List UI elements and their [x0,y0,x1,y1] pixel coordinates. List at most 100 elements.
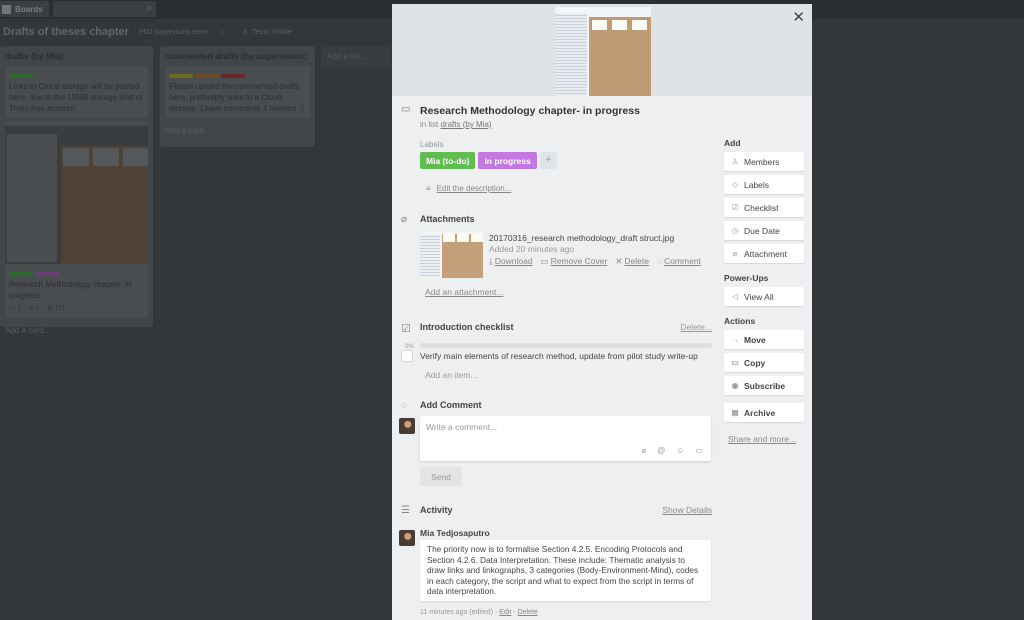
card-title[interactable]: Research Methodology chapter- in progres… [420,105,640,117]
checklist-button[interactable]: ☑ Checklist [724,198,804,217]
card-label [9,272,33,276]
card-text: Please upload the commented drafts here,… [169,82,304,113]
add-comment-heading: Add Comment [420,400,482,410]
search-icon: ⌕ [146,3,152,14]
edit-description-link[interactable]: ≡ Edit the description... [426,184,511,193]
card-label [35,272,59,276]
powerup-icon: ◁ [732,292,738,301]
card-label [195,74,219,78]
labels-icon: ◇ [732,180,738,189]
remove-cover-icon: ▭ [540,256,549,266]
checklist-heading[interactable]: Introduction checklist [420,322,514,332]
cover-image[interactable] [555,7,651,96]
in-list-prefix: in list [420,120,439,129]
card-link-icon[interactable]: ▭ [695,446,703,455]
label-mia-todo[interactable]: Mia (to-do) [420,152,476,169]
due-date-button[interactable]: ◷ Due Date [724,221,804,240]
download-icon: ⤓ [489,256,493,266]
add-list-button[interactable]: Add a list... [321,46,391,68]
comment-attachment-link[interactable]: ◌ Comment [657,256,701,267]
visibility-button[interactable]: ♙ Team Visible [241,28,292,37]
comment-badge: ▭ 1 [9,305,22,312]
list-card[interactable]: Please upload the commented drafts here,… [165,66,310,118]
delete-comment-link[interactable]: Delete [518,609,538,616]
label-in-progress[interactable]: in progress [478,152,537,169]
move-button[interactable]: → Move [724,330,804,349]
arrow-right-icon: → [731,335,739,344]
add-label-button[interactable]: + [539,152,557,169]
powerups-heading: Power-Ups [724,273,769,283]
comment-tools: ⌀ @ ☺ ▭ [641,446,703,455]
card-labels [9,268,144,279]
remove-cover-link[interactable]: ▭ Remove Cover [541,256,608,267]
checklist-badge: ☑ 0/1 [47,305,66,312]
view-all-powerups-button[interactable]: ◁ View All [724,287,804,306]
add-checklist-item[interactable]: Add an item... [425,370,477,380]
comment-box: ⌀ @ ☺ ▭ [420,416,711,461]
attach-icon[interactable]: ⌀ [641,446,646,455]
send-button[interactable]: Send [420,467,462,486]
members-button[interactable]: ♙ Members [724,152,804,171]
attachment-actions: ⤓ Download ▭ Remove Cover ✕ Delete ◌ Comment [489,256,701,267]
visibility-label: Team Visible [252,28,292,36]
list-menu-icon[interactable]: … [302,50,310,59]
share-and-more-link[interactable]: Share and more... [724,434,806,444]
list-card[interactable]: Links to Cloud storage will be pasted he… [5,66,148,118]
eye-icon: ◉ [731,381,739,390]
delete-attachment-link[interactable]: ✕ Delete [615,256,649,267]
attachment-added: Added 20 minutes ago [489,244,575,254]
list-link[interactable]: drafts (by Mia) [440,120,491,129]
members-icon: ♙ [731,157,739,166]
boards-button[interactable]: Boards [0,1,49,17]
labels-button[interactable]: ◇ Labels [724,175,804,194]
comment-input[interactable] [420,416,711,442]
attachment-name[interactable]: 20170316_research methodology_draft stru… [489,233,674,243]
show-details-link[interactable]: Show Details [662,505,712,515]
avatar[interactable] [399,418,415,434]
list-title[interactable]: commented drafts (by supervisors) [160,46,315,66]
list-card[interactable]: Research Methodology chapter- in progres… [5,122,148,318]
attachment-thumbnail[interactable] [420,232,483,278]
checklist-item-text[interactable]: Verify main elements of research method,… [420,351,698,361]
edit-comment-link[interactable]: Edit [499,609,511,616]
archive-icon: ▤ [731,408,739,417]
activity-author[interactable]: Mia Tedjosaputro [420,528,490,538]
delete-icon: ✕ [615,256,623,266]
edit-description-label: Edit the description... [436,184,512,193]
list-title[interactable]: drafts (by Mia) [0,46,153,66]
team-icon: ♙ [241,29,249,36]
activity-heading: Activity [420,505,453,515]
activity-comment: The priority now is to formalise Section… [420,540,711,601]
add-attachment-link[interactable]: Add an attachment... [425,287,503,297]
card-labels [169,70,306,81]
emoji-icon[interactable]: ☺ [676,446,684,455]
close-icon[interactable]: ✕ [792,8,805,26]
comment-icon: ◌ [657,256,663,266]
delete-checklist-link[interactable]: Delete... [680,322,712,332]
copy-button[interactable]: ▭ Copy [724,353,804,372]
search-input[interactable]: ⌕ [53,1,156,17]
in-list: in list drafts (by Mia) [420,120,492,129]
card-sidebar: Add ♙ Members ◇ Labels ☑ Checklist ◷ Due Dat… [724,138,806,444]
add-card-link[interactable]: Add a card... [160,122,315,141]
avatar[interactable] [399,530,415,546]
checklist-item-checkbox[interactable] [401,350,413,362]
attachment-button[interactable]: ⌀ Attachment [724,244,804,263]
card-label [221,74,245,78]
archive-button[interactable]: ▤ Archive [724,403,804,422]
star-icon[interactable]: ☆ [218,27,226,38]
board-title[interactable]: Drafts of theses chapter [3,26,129,38]
card-badges: ▭ 1 ⌀ 1 ☑ 0/1 [9,303,144,314]
list-drafts: drafts (by Mia) … Links to Cloud storage… [0,46,153,335]
comment-icon: ◌ [401,400,407,411]
list-menu-icon[interactable]: … [140,50,148,59]
mention-icon[interactable]: @ [657,446,665,455]
board-team[interactable]: PhD supervisory team [139,29,208,36]
description-icon: ≡ [426,184,431,193]
subscribe-button[interactable]: ◉ Subscribe [724,376,804,395]
checklist-progress-bar [420,343,712,348]
add-card-link[interactable]: Add a card... [0,322,153,341]
download-link[interactable]: ⤓ Download [489,256,533,267]
attachments-heading: Attachments [420,214,475,224]
paperclip-icon: ⌀ [401,214,408,225]
